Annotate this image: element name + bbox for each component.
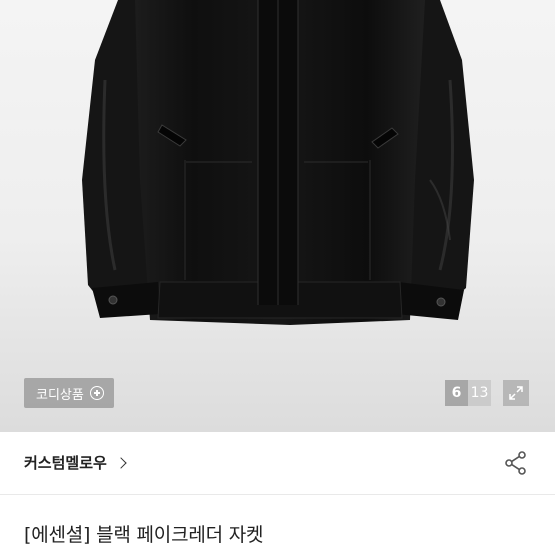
product-image: [82, 0, 474, 325]
share-button[interactable]: [503, 450, 529, 476]
total-image-count: 13: [468, 380, 491, 406]
coordi-label: 코디상품: [36, 387, 84, 403]
expand-image-button[interactable]: [503, 380, 529, 406]
brand-name: 커스텀멜로우: [24, 454, 107, 472]
current-image-number: 6: [445, 380, 468, 406]
share-icon: [505, 451, 526, 475]
image-counter: 6 13: [445, 380, 491, 406]
coordi-products-button[interactable]: 코디상품: [24, 378, 114, 408]
chevron-right-icon: [115, 456, 127, 469]
brand-row: 커스텀멜로우: [0, 432, 555, 495]
plus-circle-icon: [89, 386, 104, 400]
expand-icon: [509, 386, 523, 400]
brand-link[interactable]: 커스텀멜로우: [24, 452, 127, 473]
product-image-gallery[interactable]: 코디상품 6 13: [0, 0, 555, 432]
product-title: [에센셜] 블랙 페이크레더 자켓: [24, 524, 264, 546]
